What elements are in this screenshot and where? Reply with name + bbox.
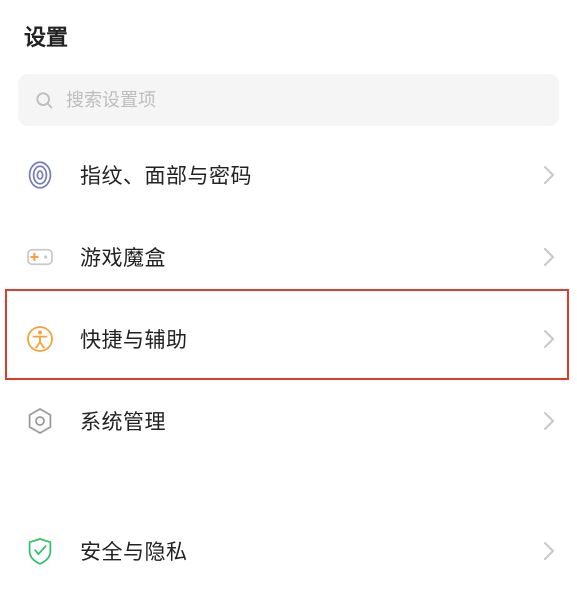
chevron-right-icon [543,247,555,267]
row-system-management[interactable]: 系统管理 [0,380,577,462]
row-fingerprint-face-password[interactable]: 指纹、面部与密码 [0,134,577,216]
chevron-right-icon [543,329,555,349]
chevron-right-icon [543,541,555,561]
row-security-privacy[interactable]: 安全与隐私 [0,510,577,592]
shield-check-icon [22,533,58,569]
page-title: 设置 [24,20,553,52]
row-game-box[interactable]: 游戏魔盒 [0,216,577,298]
gear-hex-icon [22,403,58,439]
row-shortcuts-accessibility[interactable]: 快捷与辅助 [0,298,577,380]
search-box[interactable] [18,74,559,126]
section-spacer [0,462,577,510]
row-label: 安全与隐私 [80,536,543,566]
row-label: 指纹、面部与密码 [80,160,543,190]
accessibility-icon [22,321,58,357]
gamepad-icon [22,239,58,275]
fingerprint-icon [22,157,58,193]
row-label: 系统管理 [80,406,543,436]
search-icon [34,90,54,110]
row-label: 游戏魔盒 [80,242,543,272]
page-header: 设置 [0,0,577,68]
row-label: 快捷与辅助 [80,324,543,354]
search-input[interactable] [66,90,543,111]
chevron-right-icon [543,411,555,431]
chevron-right-icon [543,165,555,185]
settings-list: 指纹、面部与密码 游戏魔盒 [0,134,577,592]
